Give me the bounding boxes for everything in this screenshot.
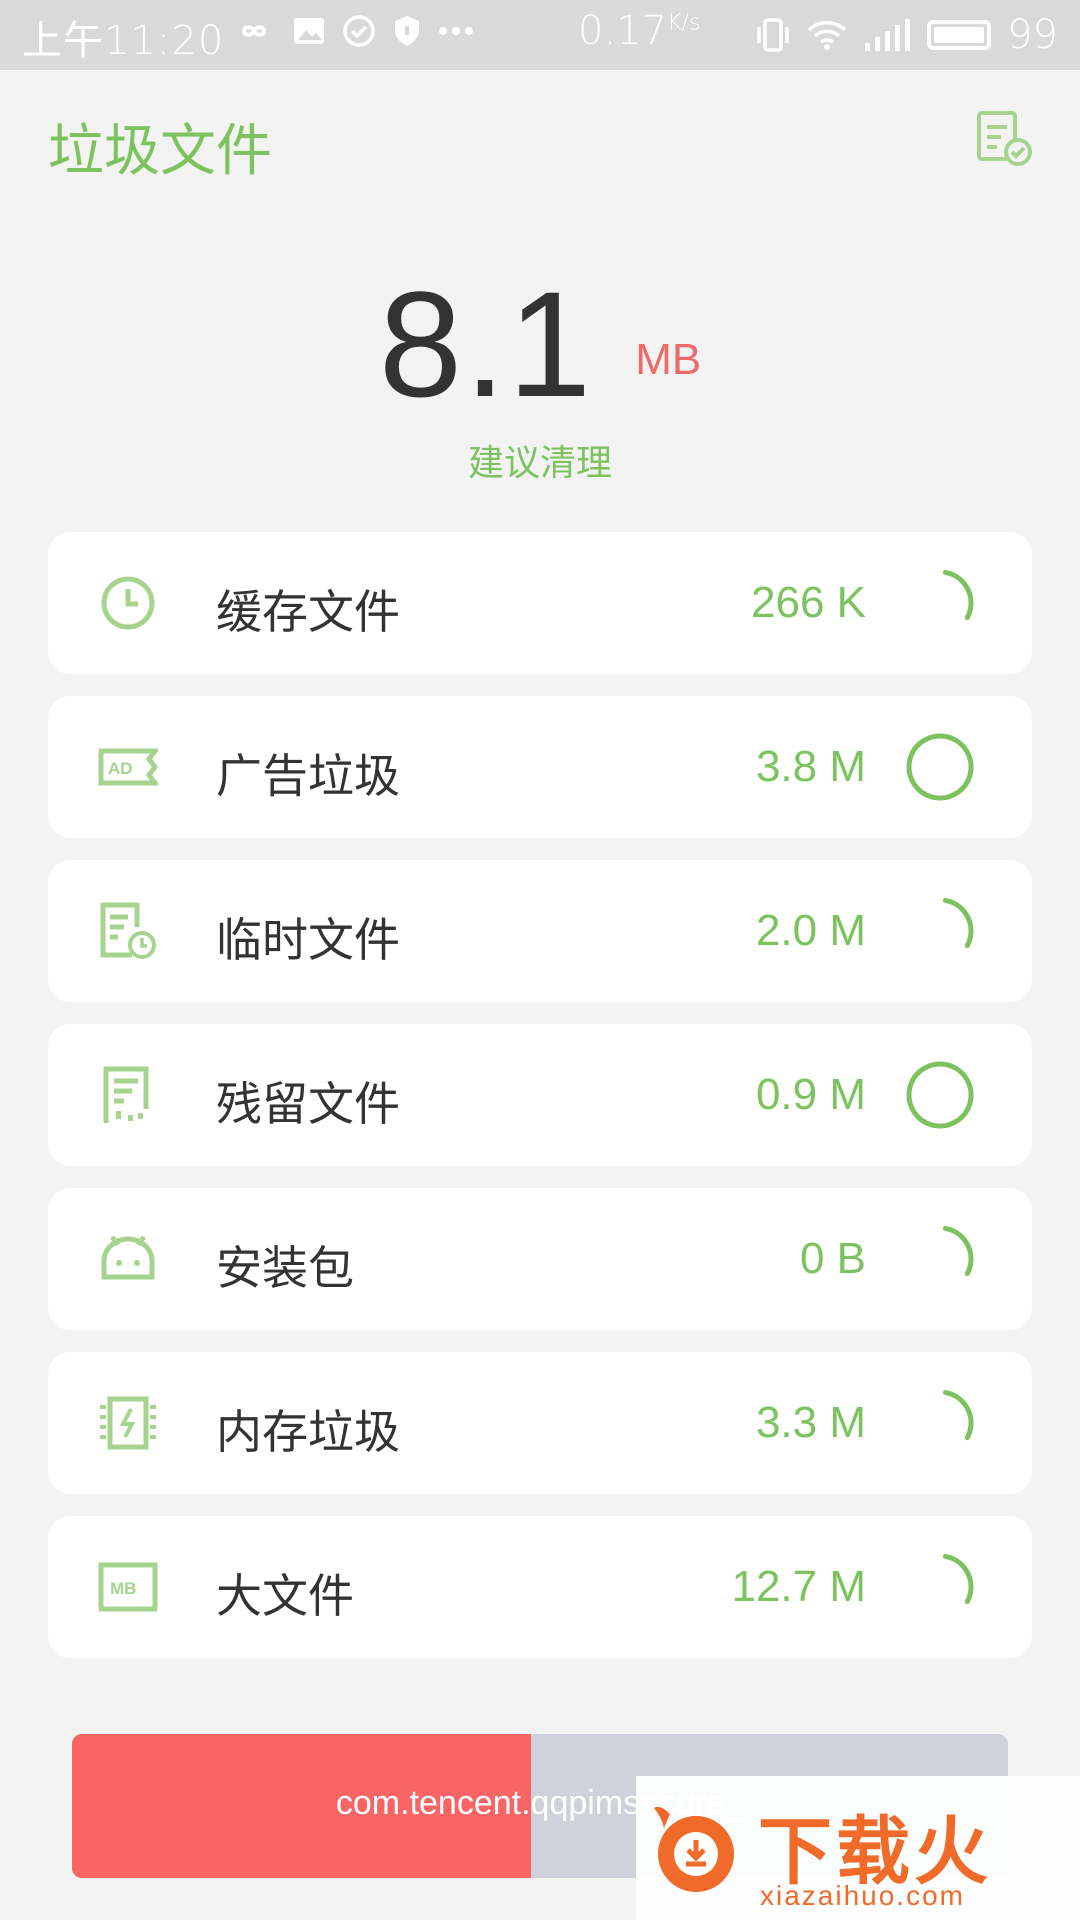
temp-file-icon [100, 902, 156, 959]
item-label: 临时文件 [216, 913, 400, 967]
list-item-memory-junk[interactable]: 内存垃圾 3.3 M [48, 1352, 1032, 1494]
junk-total-size: 8.1 MB [0, 258, 1080, 428]
signal-4g-icon [865, 19, 911, 51]
item-label: 大文件 [216, 1569, 354, 1623]
list-item-apk-packages[interactable]: 安装包 0 B [48, 1188, 1032, 1330]
item-size: 0 B [799, 1234, 866, 1283]
download-logo-icon [654, 1806, 734, 1892]
scan-progress-ring [906, 1061, 974, 1129]
battery-icon [927, 20, 992, 50]
item-label: 缓存文件 [216, 585, 400, 639]
junk-category-list: 缓存文件 266 K AD 广告垃圾 3.8 M 临时文件 2.0 M 残留文件… [48, 532, 1032, 1680]
svg-text:MB: MB [110, 1579, 136, 1598]
battery-level: 99 [1007, 12, 1058, 58]
infinity-icon [242, 25, 267, 37]
list-item-ad-junk[interactable]: AD 广告垃圾 3.8 M [48, 696, 1032, 838]
list-item-temp-files[interactable]: 临时文件 2.0 M [48, 860, 1032, 1002]
shield-icon [395, 16, 419, 46]
item-label: 广告垃圾 [216, 749, 400, 803]
item-label: 内存垃圾 [216, 1405, 400, 1459]
status-bar: 上午11:20 0.17K/s 99 [0, 0, 1080, 70]
item-label: 残留文件 [216, 1077, 400, 1131]
total-size-unit: MB [635, 335, 702, 384]
status-system-icons: 99 [755, 12, 1058, 58]
suggestion-text: 建议清理 [467, 443, 612, 484]
watermark-logo: 下载火 xiazaihuo.com [636, 1776, 1080, 1920]
item-size: 266 K [751, 578, 866, 627]
total-size-value: 8.1 [378, 260, 594, 428]
list-item-large-files[interactable]: MB 大文件 12.7 M [48, 1516, 1032, 1658]
scan-progress-ring [906, 1225, 974, 1293]
item-size: 0.9 M [755, 1070, 866, 1119]
scan-progress-ring [906, 1389, 974, 1457]
more-dots-icon [439, 27, 473, 35]
list-item-cache-files[interactable]: 缓存文件 266 K [48, 532, 1032, 674]
item-label: 安装包 [216, 1241, 354, 1295]
item-size: 3.8 M [755, 742, 866, 791]
android-icon [101, 1235, 155, 1280]
scan-progress-ring [906, 733, 974, 801]
item-size: 3.3 M [755, 1398, 866, 1447]
image-icon [294, 18, 324, 44]
scan-progress-ring [906, 897, 974, 965]
mb-file-icon: MB [98, 1562, 158, 1612]
clock-icon [101, 576, 155, 630]
watermark-url: xiazaihuo.com [760, 1880, 965, 1911]
memory-icon [100, 1396, 156, 1450]
item-size: 2.0 M [755, 906, 866, 955]
scan-progress-ring [906, 569, 974, 637]
residual-file-icon [103, 1066, 149, 1123]
status-time: 上午11:20 [22, 18, 225, 64]
svg-text:AD: AD [108, 759, 133, 778]
wifi-icon [807, 21, 847, 50]
network-speed: 0.17K/s [578, 8, 701, 54]
page-title: 垃圾文件 [48, 119, 272, 184]
status-notification-icons [232, 14, 474, 48]
report-check-icon[interactable] [976, 110, 1034, 168]
ad-ticket-icon: AD [98, 748, 158, 786]
check-circle-icon [343, 15, 375, 47]
item-size: 12.7 M [731, 1562, 866, 1611]
scan-progress-ring [906, 1553, 974, 1621]
vibrate-icon [757, 18, 789, 52]
list-item-residual-files[interactable]: 残留文件 0.9 M [48, 1024, 1032, 1166]
